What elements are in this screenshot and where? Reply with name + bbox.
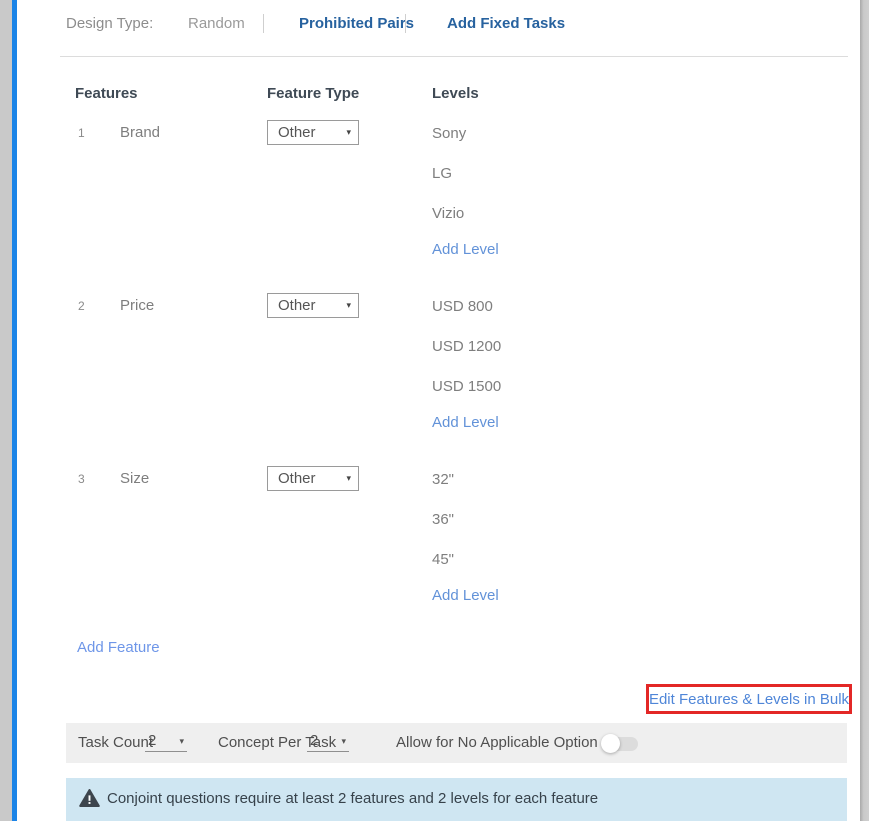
feature-type-select[interactable]: Other ▾	[267, 120, 359, 145]
allow-no-applicable-label: Allow for No Applicable Option	[396, 734, 598, 751]
feature-row-price: 2 Price Other ▾ USD 800 USD 1200 USD 150…	[0, 293, 869, 466]
chevron-down-icon: ▾	[346, 127, 351, 138]
column-header-features: Features	[75, 85, 138, 102]
selected-value: Other	[278, 297, 316, 314]
feature-type-select[interactable]: Other ▾	[267, 293, 359, 318]
row-number: 2	[78, 299, 85, 313]
column-header-feature-type: Feature Type	[267, 85, 359, 102]
add-level-link[interactable]: Add Level	[432, 414, 499, 431]
level-item[interactable]: USD 1500	[432, 378, 501, 395]
feature-row-size: 3 Size Other ▾ 32" 36" 45" Add Level	[0, 466, 869, 626]
task-controls-bar: Task Count 2 ▾ Concept Per Task 2 ▾ Allo…	[66, 723, 847, 763]
warning-banner: Conjoint questions require at least 2 fe…	[66, 778, 847, 821]
level-item[interactable]: LG	[432, 165, 452, 182]
level-item[interactable]: 45"	[432, 551, 454, 568]
feature-name[interactable]: Size	[120, 470, 149, 487]
chevron-down-icon: ▾	[341, 736, 346, 747]
feature-row-brand: 1 Brand Other ▾ Sony LG Vizio Add Level	[0, 120, 869, 293]
chevron-down-icon: ▾	[346, 300, 351, 311]
level-item[interactable]: USD 1200	[432, 338, 501, 355]
feature-name[interactable]: Price	[120, 297, 154, 314]
concept-per-task-value: 2	[310, 732, 318, 749]
level-item[interactable]: USD 800	[432, 298, 493, 315]
add-level-link[interactable]: Add Level	[432, 587, 499, 604]
level-item[interactable]: 32"	[432, 471, 454, 488]
bulk-edit-highlight-box: Edit Features & Levels in Bulk	[646, 684, 852, 714]
column-header-levels: Levels	[432, 85, 479, 102]
row-number: 3	[78, 472, 85, 486]
allow-no-applicable-toggle[interactable]	[603, 737, 638, 751]
task-count-select[interactable]: 2 ▾	[145, 731, 187, 752]
prohibited-pairs-link[interactable]: Prohibited Pairs	[299, 15, 414, 32]
edit-features-levels-bulk-link[interactable]: Edit Features & Levels in Bulk	[649, 691, 849, 708]
level-item[interactable]: Vizio	[432, 205, 464, 222]
selected-value: Other	[278, 470, 316, 487]
feature-type-select[interactable]: Other ▾	[267, 466, 359, 491]
level-item[interactable]: 36"	[432, 511, 454, 528]
add-fixed-tasks-link[interactable]: Add Fixed Tasks	[447, 15, 565, 32]
chevron-down-icon: ▾	[346, 473, 351, 484]
task-count-label: Task Count	[78, 734, 153, 751]
section-divider	[60, 56, 848, 57]
task-count-value: 2	[148, 732, 156, 749]
toggle-knob	[601, 734, 620, 753]
add-level-link[interactable]: Add Level	[432, 241, 499, 258]
design-type-label: Design Type:	[66, 15, 153, 32]
separator	[263, 14, 264, 33]
selected-value: Other	[278, 124, 316, 141]
level-item[interactable]: Sony	[432, 125, 466, 142]
warning-triangle-icon	[79, 788, 100, 813]
concept-per-task-select[interactable]: 2 ▾	[307, 731, 349, 752]
feature-name[interactable]: Brand	[120, 124, 160, 141]
design-type-option-random[interactable]: Random	[188, 15, 245, 32]
warning-message: Conjoint questions require at least 2 fe…	[107, 790, 598, 807]
conjoint-design-panel: Design Type: Random Prohibited Pairs Add…	[0, 0, 869, 821]
chevron-down-icon: ▾	[179, 736, 184, 747]
add-feature-link[interactable]: Add Feature	[77, 639, 160, 656]
separator	[405, 14, 406, 33]
row-number: 1	[78, 126, 85, 140]
